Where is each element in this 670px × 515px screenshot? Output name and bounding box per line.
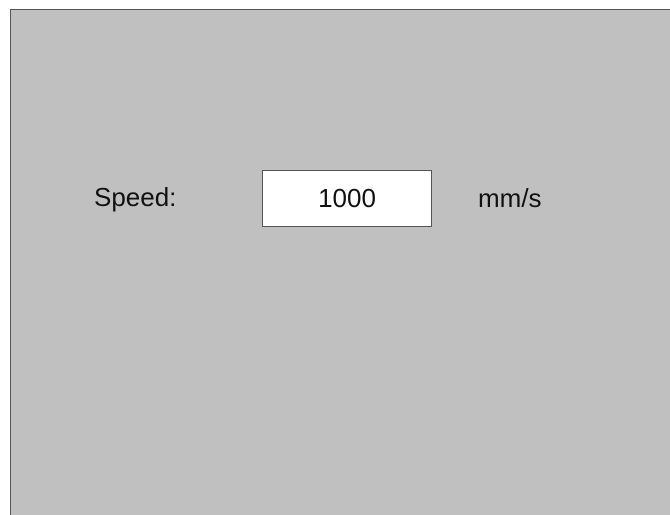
speed-label: Speed:: [94, 182, 177, 212]
speed-input[interactable]: [262, 170, 432, 227]
settings-panel: Speed: mm/s: [10, 9, 670, 515]
speed-unit-label: mm/s: [478, 183, 542, 213]
